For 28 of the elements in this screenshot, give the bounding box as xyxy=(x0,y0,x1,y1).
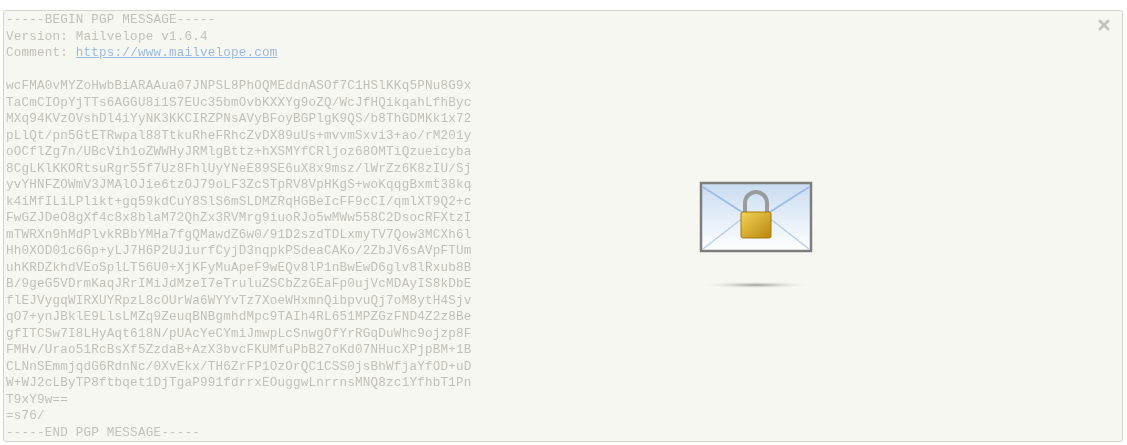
message-line: wcFMA0vMYZoHwbBiARAAua07JNPSL8PhOQMEddnASOf7C1HSlKKq5PNu8G9x xyxy=(6,78,472,95)
message-line: T9xY9w== xyxy=(6,391,70,408)
message-line: 8CgLKlKKORtsuRgr55f7Uz8FhlUyYNeE89SE6uX8x9msz/lWrZz6K8zIU/Sj xyxy=(6,160,472,177)
message-line: MXq94KVzOVshDl4iYyNK3KKCIRZPNsAVyBFoyBGPlgK9QS/b8ThGDMKk1x72 xyxy=(6,111,472,128)
message-line: gfITCSw7I8LHyAqt618N/pUAcYeCYmiJmwpLcSnwgOfYrRGqDuWhc9ojzp8F xyxy=(6,325,472,342)
message-line: k4iMfILiLPlikt+gq59kdCuY8SlS6mSLDMZRqHGBeIcFF9cCI/qmlXT9Q2+c xyxy=(6,193,472,210)
message-line: -----END PGP MESSAGE----- xyxy=(6,424,201,441)
message-line: Version: Mailvelope v1.6.4 xyxy=(6,28,209,45)
message-line: TaCmCIOpYjTTs6AGGU8i1S7EUc35bmOvbKXXYg9oZQ/WcJfHQikqahLfhByc xyxy=(6,94,472,111)
message-line: =s76/ xyxy=(6,408,46,425)
message-line: -----BEGIN PGP MESSAGE----- xyxy=(6,12,217,29)
message-line: yvYHNFZOWmV3JMAlOJie6tzOJ79oLF3ZcSTpRV8VpHKgS+woKqqgBxmt38kq xyxy=(6,177,472,194)
message-line: FwGZJDeO8gXf4c8x8blaM72QhZx3RVMrg9iuoRJo5wMWw558C2DsocRFXtzI xyxy=(6,210,472,227)
message-line: mTWRXn9hMdPlvkRBbYMHa7fgQMawdZ6w0/91D2szdTDLxmyTV7Qow3MCXh6l xyxy=(6,226,472,243)
close-icon xyxy=(1098,19,1110,31)
message-line: qO7+ynJBklE9LlsLMZq9ZeuqBNBgmhdMpc9TAIh4RL651MPZGzFND4Z2z8Be xyxy=(6,309,472,326)
message-line: Hh0XOD01c6Gp+yLJ7H6P2UJiurfCyjD3nqpkPSdeaCAKo/2ZbJV6sAVpFTUm xyxy=(6,243,472,260)
comment-label: Comment: xyxy=(6,46,69,60)
close-button[interactable] xyxy=(1096,17,1112,33)
message-line: W+WJ2cLByTP8ftbqet1DjTgaP991fdrrxEOuggwLnrrnsMNQ8zc1YfhbT1Pn xyxy=(6,375,472,392)
message-line: uhKRDZkhdVEoSplLT56U0+XjKFyMuApeF9wEQv8lP1nBwEwD6glv8lRxub8B xyxy=(6,259,472,276)
message-line: FMHv/Urao51RcBsXf5ZzdaB+AzX3bvcFKUMfuPbB27oKd07NHucXPjpBM+1B xyxy=(6,342,472,359)
website-link[interactable]: https://www.mailvelope.com xyxy=(75,46,278,60)
message-line: CLNnSEmmjqdG6RdnNc/0XvEkx/TH6ZrFP1OzOrQC1CSS0jsBhWfjaYfOD+uD xyxy=(6,358,472,375)
message-line: pLlQt/pn5GtETRwpal88TtkuRheFRhcZvDX89uUs+mvvmSxvi3+ao/rM201y xyxy=(6,127,472,144)
message-line: B/9geG5VDrmKaqJRrIMiJdMzeI7eTruluZSCbZzGEaFp0ujVcMDAyIS8kDbE xyxy=(6,276,472,293)
message-line: oOCflZg7n/UBcVih1oZWWHyJRMlgBttz+hXSMYfCRljoz68OMTiQzueicyba xyxy=(6,144,472,161)
message-line: flEJVygqWIRXUYRpzL8cOUrWa6WYYvTz7XoeWHxmnQibpvuQj7oM8ytH4Sjv xyxy=(6,292,472,309)
